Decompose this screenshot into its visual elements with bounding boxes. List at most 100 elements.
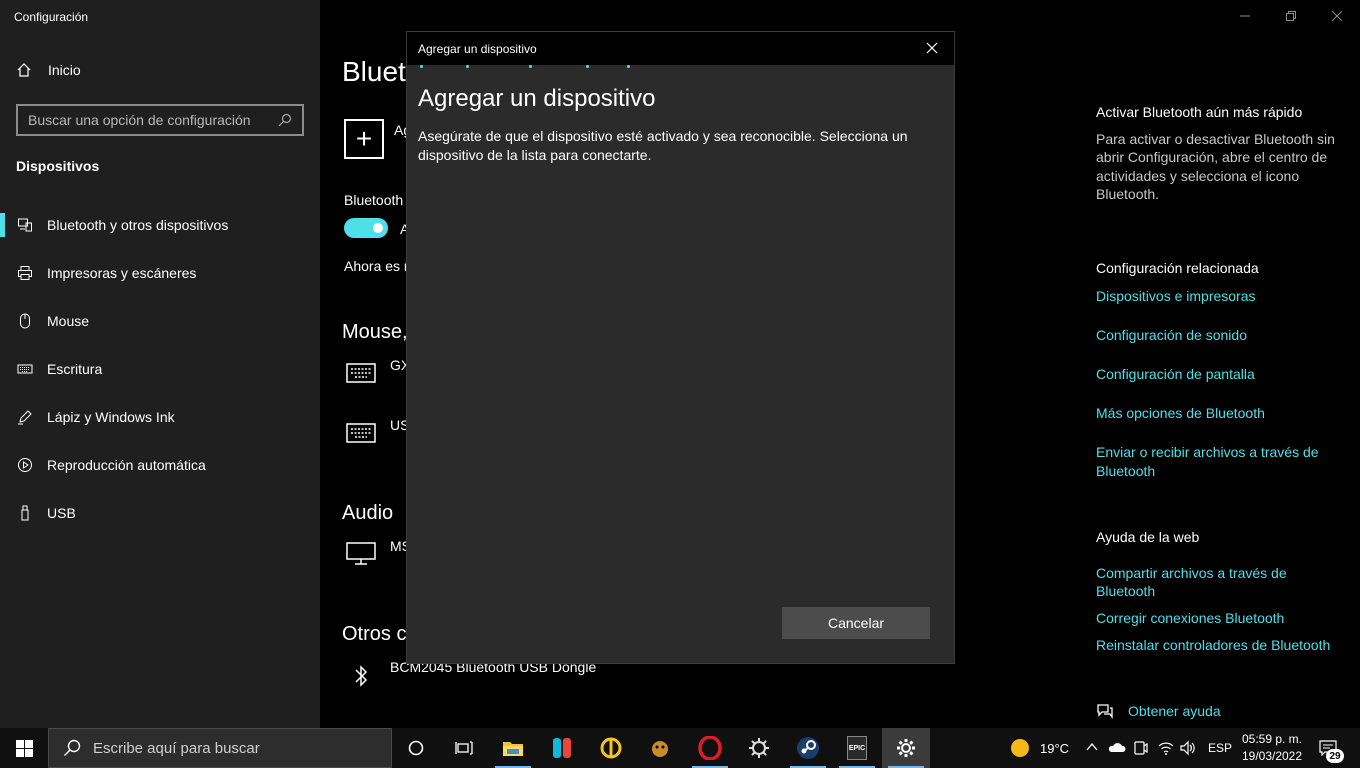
related-heading: Configuración relacionada <box>1096 260 1259 276</box>
sidebar-item-label: Impresoras y escáneres <box>47 265 197 281</box>
meet-now-icon[interactable] <box>1134 739 1148 757</box>
related-link[interactable]: Enviar o recibir archivos a través de Bl… <box>1096 443 1331 480</box>
onedrive-icon[interactable] <box>1108 740 1126 754</box>
web-link[interactable]: Compartir archivos a través de Bluetooth <box>1096 564 1306 601</box>
epic-games-app[interactable]: EPIC <box>833 728 881 768</box>
bluetooth-label: Bluetooth <box>344 192 404 208</box>
sidebar-item-label: USB <box>47 505 76 521</box>
network-icon[interactable] <box>1158 740 1174 756</box>
minimize-icon <box>1240 15 1250 17</box>
chevron-up-icon[interactable] <box>1086 742 1098 752</box>
cortana-icon <box>408 740 424 756</box>
close-icon <box>1332 11 1342 21</box>
home-link[interactable]: Inicio <box>16 62 81 78</box>
add-device-button[interactable]: + <box>344 119 384 159</box>
clock-date: 19/03/2022 <box>1241 749 1303 763</box>
get-help-row[interactable]: Obtener ayuda <box>1096 702 1346 721</box>
game-app[interactable] <box>636 728 684 768</box>
taskbar-search-placeholder: Escribe aquí para buscar <box>93 739 260 757</box>
related-link[interactable]: Configuración de pantalla <box>1096 365 1346 384</box>
search-icon <box>64 739 81 756</box>
web-help-section: Ayuda de la web Compartir archivos a tra… <box>1096 528 1346 654</box>
web-link[interactable]: Corregir conexiones Bluetooth <box>1096 609 1346 628</box>
sidebar-item-pen[interactable]: Lápiz y Windows Ink <box>0 393 320 441</box>
volume-icon[interactable] <box>1180 740 1196 756</box>
section-label: Dispositivos <box>16 158 100 174</box>
sidebar-item-bluetooth[interactable]: Bluetooth y otros dispositivos <box>0 201 320 249</box>
mouse-section-heading: Mouse, <box>342 321 408 343</box>
cortana-button[interactable] <box>392 728 440 768</box>
mouse-icon <box>17 313 33 329</box>
cancel-button[interactable]: Cancelar <box>782 607 930 639</box>
settings-search[interactable] <box>16 104 304 136</box>
nintendo-app[interactable] <box>538 728 586 768</box>
related-link[interactable]: Configuración de sonido <box>1096 326 1346 345</box>
restore-icon <box>1286 11 1296 21</box>
clock-time: 05:59 p. m. <box>1241 732 1303 746</box>
related-settings-section: Configuración relacionada Dispositivos e… <box>1096 259 1346 480</box>
search-icon <box>278 113 292 127</box>
settings-app[interactable] <box>882 728 930 768</box>
sidebar-item-typing[interactable]: Escritura <box>0 345 320 393</box>
help-chat-icon <box>1097 704 1113 720</box>
printer-icon <box>17 265 33 281</box>
sidebar-item-printers[interactable]: Impresoras y escáneres <box>0 249 320 297</box>
clock[interactable]: 05:59 p. m. 19/03/2022 <box>1232 731 1312 765</box>
taskbar: Escribe aquí para buscar EPIC 19°C ESP 0… <box>0 728 1360 768</box>
sidebar-item-label: Lápiz y Windows Ink <box>47 409 175 425</box>
bluetooth-toggle[interactable] <box>344 218 388 238</box>
sidebar-item-mouse[interactable]: Mouse <box>0 297 320 345</box>
character-icon <box>652 741 668 757</box>
switch-icon <box>553 738 571 758</box>
maximize-button[interactable] <box>1268 0 1314 32</box>
quick-text: Para activar o desactivar Bluetooth sin … <box>1096 130 1335 203</box>
start-button[interactable] <box>0 728 48 768</box>
sidebar: Configuración Inicio Dispositivos Blueto… <box>0 0 320 728</box>
quick-tip-section: Activar Bluetooth aún más rápido Para ac… <box>1096 103 1346 204</box>
file-explorer-app[interactable] <box>489 728 537 768</box>
minimize-button[interactable] <box>1222 0 1268 32</box>
web-link[interactable]: Reinstalar controladores de Bluetooth <box>1096 636 1346 655</box>
bluetooth-devices-icon <box>17 217 33 233</box>
window-title: Configuración <box>14 10 89 24</box>
close-button[interactable] <box>1314 0 1360 32</box>
related-link[interactable]: Más opciones de Bluetooth <box>1096 404 1346 423</box>
dialog-window-title: Agregar un dispositivo <box>418 41 537 56</box>
other-section-heading: Otros c <box>342 623 407 645</box>
usb-icon <box>17 505 33 521</box>
dialog-description: Asegúrate de que el dispositivo esté act… <box>418 128 908 163</box>
weather-sun-icon[interactable] <box>1010 738 1030 758</box>
sidebar-item-usb[interactable]: USB <box>0 489 320 537</box>
steam-icon <box>797 737 819 759</box>
steam-app[interactable] <box>784 728 832 768</box>
task-view-button[interactable] <box>440 728 488 768</box>
sidebar-item-label: Escritura <box>47 361 103 377</box>
progress-dots <box>419 65 639 69</box>
weather-temp[interactable]: 19°C <box>1040 741 1069 756</box>
taskbar-search[interactable]: Escribe aquí para buscar <box>48 728 392 768</box>
pen-icon <box>17 409 33 425</box>
sidebar-item-label: Reproducción automática <box>47 457 206 473</box>
page-title: Blueto <box>342 56 412 87</box>
sidebar-item-label: Bluetooth y otros dispositivos <box>47 217 229 233</box>
sidebar-item-label: Mouse <box>47 313 90 329</box>
folder-icon <box>503 742 523 756</box>
language-indicator[interactable]: ESP <box>1208 741 1232 755</box>
yellow-app[interactable] <box>587 728 635 768</box>
plus-icon: + <box>355 123 373 154</box>
sidebar-item-autoplay[interactable]: Reproducción automática <box>0 441 320 489</box>
opera-app[interactable] <box>686 728 734 768</box>
close-icon[interactable] <box>924 40 940 56</box>
wrench-gear-icon <box>749 738 769 758</box>
get-help-link[interactable]: Obtener ayuda <box>1128 702 1221 721</box>
yellow-circle-icon <box>600 737 622 759</box>
related-link[interactable]: Dispositivos e impresoras <box>1096 287 1346 306</box>
home-label: Inicio <box>48 62 81 78</box>
dialog-titlebar: Agregar un dispositivo <box>407 32 954 65</box>
windows-logo-icon <box>15 739 33 757</box>
settings-search-input[interactable] <box>28 112 278 128</box>
sidebar-nav: Bluetooth y otros dispositivos Impresora… <box>0 201 320 537</box>
dialog-heading: Agregar un dispositivo <box>418 85 656 112</box>
gear-app[interactable] <box>735 728 783 768</box>
task-view-icon <box>455 741 473 755</box>
